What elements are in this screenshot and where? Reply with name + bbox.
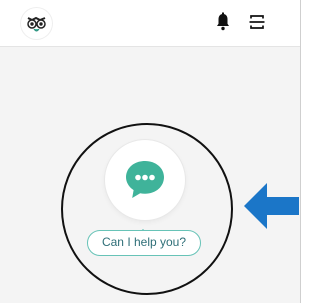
owl-logo-icon[interactable] <box>21 8 52 39</box>
highlight-circle <box>61 123 233 295</box>
top-bar <box>0 0 300 47</box>
menu-icon[interactable] <box>248 12 266 32</box>
left-arrow-icon <box>242 179 301 233</box>
bell-icon[interactable] <box>215 12 231 32</box>
app-frame: Can I help you? <box>0 0 301 303</box>
